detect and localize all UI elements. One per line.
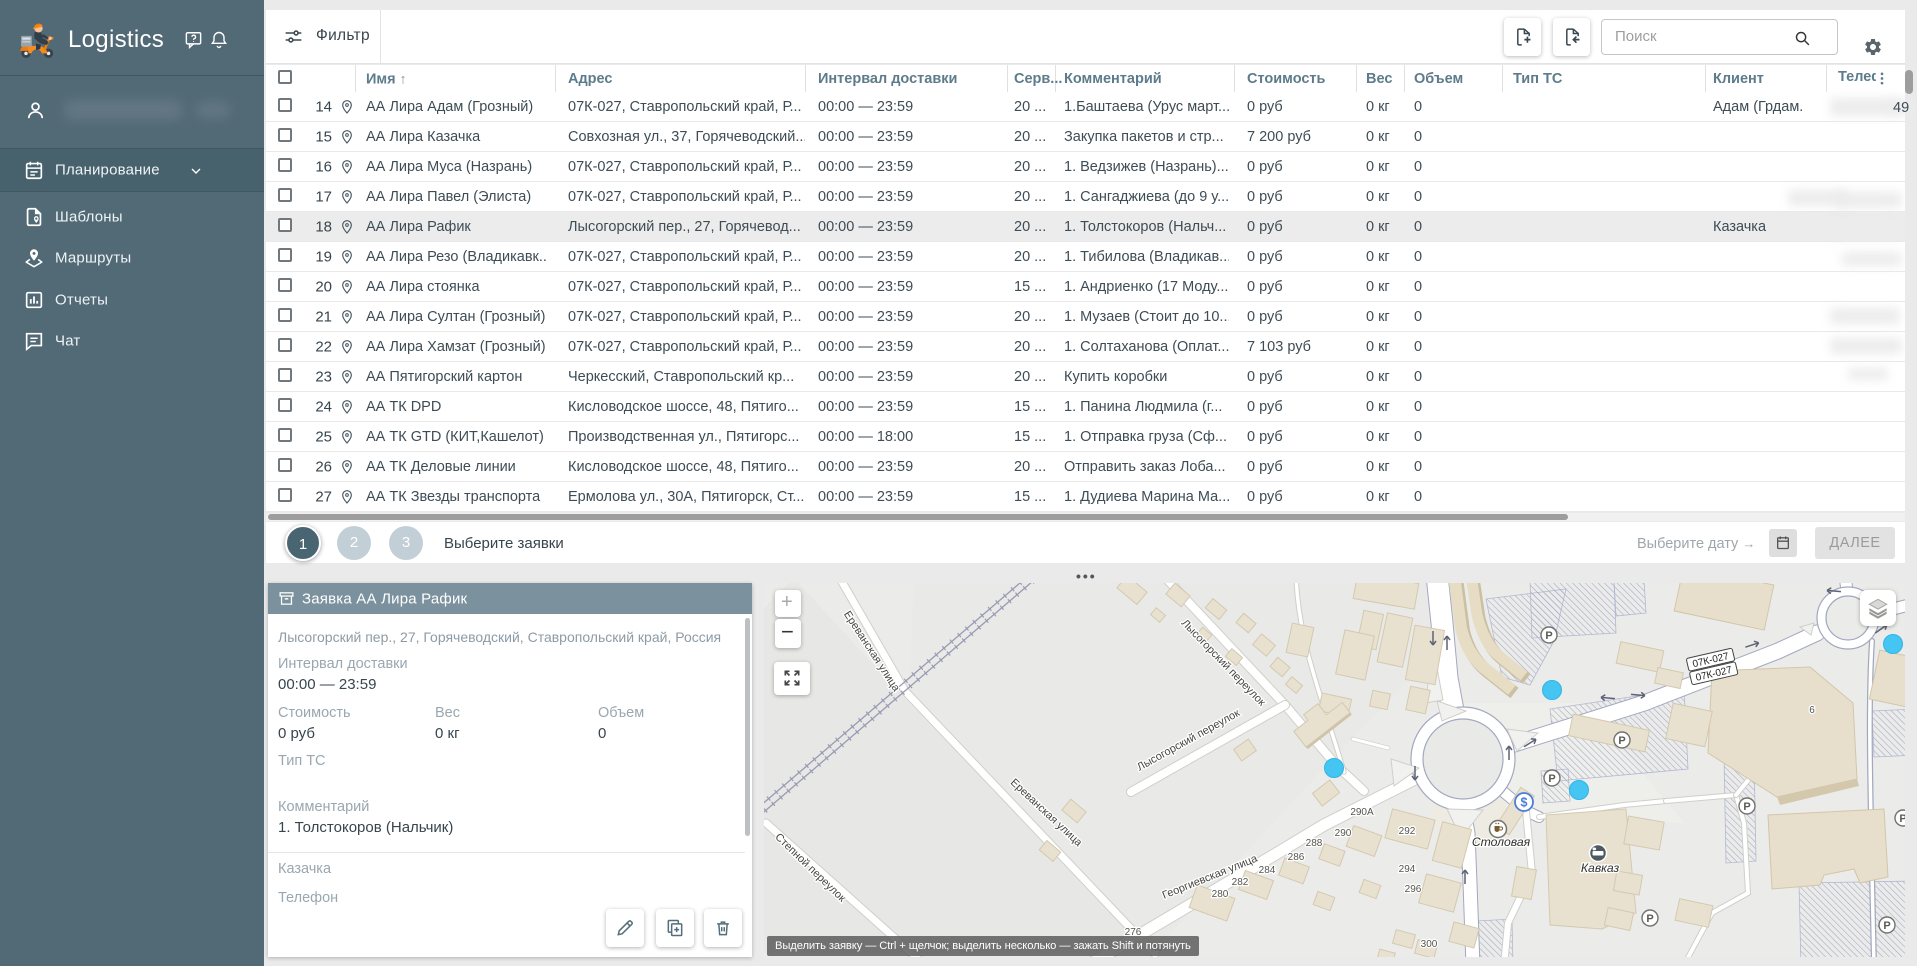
svg-text:290А: 290А — [1350, 807, 1374, 818]
svg-text:288: 288 — [1306, 838, 1323, 849]
svg-text:294: 294 — [1399, 864, 1416, 875]
svg-text:6: 6 — [1809, 705, 1815, 716]
svg-text:286: 286 — [1288, 852, 1305, 863]
svg-text:P: P — [1548, 773, 1555, 785]
svg-text:P: P — [1646, 913, 1653, 925]
svg-text:280: 280 — [1212, 889, 1229, 900]
svg-text:284: 284 — [1259, 865, 1276, 876]
svg-text:300: 300 — [1421, 939, 1438, 950]
svg-text:$: $ — [1521, 796, 1528, 810]
svg-text:P: P — [1743, 801, 1750, 813]
svg-text:292: 292 — [1399, 826, 1416, 837]
svg-text:P: P — [1899, 813, 1905, 825]
svg-text:Столовая: Столовая — [1472, 835, 1531, 849]
svg-text:290: 290 — [1335, 828, 1352, 839]
svg-text:282: 282 — [1232, 877, 1249, 888]
svg-text:P: P — [1883, 920, 1890, 932]
svg-text:296: 296 — [1405, 884, 1422, 895]
svg-text:P: P — [1545, 630, 1552, 642]
svg-text:Кавказ: Кавказ — [1581, 861, 1620, 875]
svg-text:P: P — [1618, 735, 1625, 747]
